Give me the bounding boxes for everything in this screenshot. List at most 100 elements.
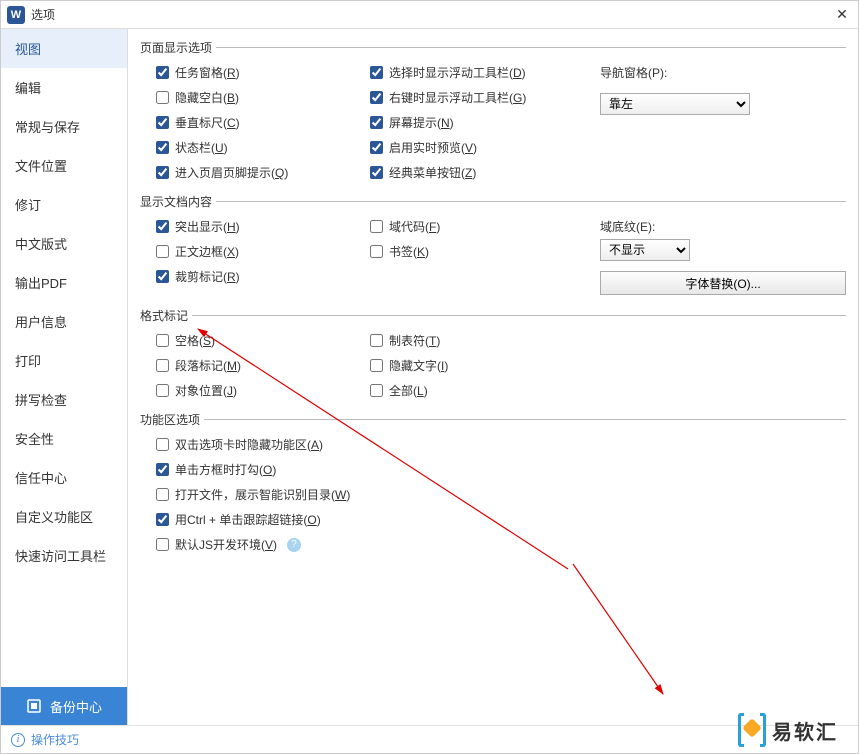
func-options-checkbox[interactable]: 打开文件，展示智能识别目录(W) xyxy=(156,486,846,503)
format-marks-checkbox-input[interactable] xyxy=(156,359,169,372)
doc-content-checkbox-label: 书签(K) xyxy=(389,243,429,260)
doc-content-checkbox[interactable]: 突出显示(H) xyxy=(156,218,370,235)
format-marks-checkbox[interactable]: 制表符(T) xyxy=(370,332,600,349)
backup-icon xyxy=(26,698,42,714)
page-display-checkbox-input[interactable] xyxy=(370,166,383,179)
page-display-checkbox-input[interactable] xyxy=(370,141,383,154)
func-options-checkbox[interactable]: 用Ctrl + 单击跟踪超链接(O) xyxy=(156,511,846,528)
func-options-checkbox-input[interactable] xyxy=(156,463,169,476)
func-options-checkbox-input[interactable] xyxy=(156,538,169,551)
doc-content-checkbox-input[interactable] xyxy=(156,245,169,258)
doc-content-checkbox[interactable]: 书签(K) xyxy=(370,243,600,260)
page-display-checkbox-label: 进入页眉页脚提示(Q) xyxy=(175,164,288,181)
func-options-checkbox-input[interactable] xyxy=(156,488,169,501)
page-display-checkbox-label: 状态栏(U) xyxy=(175,139,228,156)
field-shading-label: 域底纹(E): xyxy=(600,218,846,235)
app-icon: W xyxy=(7,6,25,24)
page-display-checkbox[interactable]: 右键时显示浮动工具栏(G) xyxy=(370,89,600,106)
dialog-title: 选项 xyxy=(31,6,832,23)
page-display-checkbox[interactable]: 进入页眉页脚提示(Q) xyxy=(156,164,370,181)
page-display-checkbox-input[interactable] xyxy=(370,116,383,129)
sidebar-item[interactable]: 视图 xyxy=(1,29,127,68)
page-display-checkbox[interactable]: 经典菜单按钮(Z) xyxy=(370,164,600,181)
close-icon[interactable]: ✕ xyxy=(832,5,852,25)
sidebar: 视图编辑常规与保存文件位置修订中文版式输出PDF用户信息打印拼写检查安全性信任中… xyxy=(1,29,128,725)
format-marks-checkbox[interactable]: 全部(L) xyxy=(370,382,600,399)
doc-content-checkbox-input[interactable] xyxy=(156,220,169,233)
sidebar-item[interactable]: 自定义功能区 xyxy=(1,497,127,536)
func-options-checkbox[interactable]: 双击选项卡时隐藏功能区(A) xyxy=(156,436,846,453)
page-display-checkbox-input[interactable] xyxy=(370,91,383,104)
doc-content-checkbox-label: 突出显示(H) xyxy=(175,218,240,235)
page-display-checkbox-input[interactable] xyxy=(370,66,383,79)
page-display-checkbox-input[interactable] xyxy=(156,116,169,129)
backup-center-button[interactable]: 备份中心 xyxy=(1,687,127,725)
format-marks-checkbox-label: 隐藏文字(I) xyxy=(389,357,448,374)
page-display-checkbox[interactable]: 屏幕提示(N) xyxy=(370,114,600,131)
func-options-checkbox-input[interactable] xyxy=(156,513,169,526)
doc-content-checkbox-label: 裁剪标记(R) xyxy=(175,268,240,285)
sidebar-item[interactable]: 用户信息 xyxy=(1,302,127,341)
page-display-checkbox-label: 垂直标尺(C) xyxy=(175,114,240,131)
page-display-checkbox[interactable]: 状态栏(U) xyxy=(156,139,370,156)
func-options-checkbox-label: 单击方框时打勾(O) xyxy=(175,461,276,478)
format-marks-checkbox-input[interactable] xyxy=(156,384,169,397)
page-display-checkbox[interactable]: 启用实时预览(V) xyxy=(370,139,600,156)
dialog-body: 视图编辑常规与保存文件位置修订中文版式输出PDF用户信息打印拼写检查安全性信任中… xyxy=(1,29,858,725)
func-options-checkbox-label: 默认JS开发环境(V) xyxy=(175,536,277,553)
format-marks-checkbox[interactable]: 对象位置(J) xyxy=(156,382,370,399)
format-marks-checkbox-input[interactable] xyxy=(156,334,169,347)
format-marks-checkbox-label: 制表符(T) xyxy=(389,332,440,349)
page-display-checkbox[interactable]: 任务窗格(R) xyxy=(156,64,370,81)
doc-content-checkbox-input[interactable] xyxy=(370,220,383,233)
func-options-checkbox[interactable]: 默认JS开发环境(V)? xyxy=(156,536,846,553)
page-display-checkbox[interactable]: 隐藏空白(B) xyxy=(156,89,370,106)
format-marks-checkbox-input[interactable] xyxy=(370,384,383,397)
sidebar-item[interactable]: 安全性 xyxy=(1,419,127,458)
group-doc-content-legend: 显示文档内容 xyxy=(140,193,216,210)
doc-content-checkbox[interactable]: 裁剪标记(R) xyxy=(156,268,370,285)
format-marks-checkbox[interactable]: 段落标记(M) xyxy=(156,357,370,374)
doc-content-checkbox-input[interactable] xyxy=(156,270,169,283)
sidebar-item[interactable]: 文件位置 xyxy=(1,146,127,185)
page-display-checkbox-input[interactable] xyxy=(156,91,169,104)
font-substitute-button[interactable]: 字体替换(O)... xyxy=(600,271,846,295)
sidebar-item[interactable]: 编辑 xyxy=(1,68,127,107)
sidebar-item[interactable]: 常规与保存 xyxy=(1,107,127,146)
info-icon xyxy=(11,733,25,747)
doc-content-checkbox[interactable]: 域代码(F) xyxy=(370,218,600,235)
doc-content-checkbox[interactable]: 正文边框(X) xyxy=(156,243,370,260)
page-display-checkbox-label: 启用实时预览(V) xyxy=(389,139,477,156)
doc-content-checkbox-input[interactable] xyxy=(370,245,383,258)
format-marks-checkbox-label: 段落标记(M) xyxy=(175,357,241,374)
page-display-checkbox[interactable]: 垂直标尺(C) xyxy=(156,114,370,131)
sidebar-item[interactable]: 拼写检查 xyxy=(1,380,127,419)
sidebar-item[interactable]: 快速访问工具栏 xyxy=(1,536,127,575)
page-display-checkbox-input[interactable] xyxy=(156,66,169,79)
format-marks-checkbox-label: 空格(S) xyxy=(175,332,215,349)
sidebar-item[interactable]: 修订 xyxy=(1,185,127,224)
func-options-checkbox-input[interactable] xyxy=(156,438,169,451)
format-marks-checkbox[interactable]: 空格(S) xyxy=(156,332,370,349)
format-marks-checkbox[interactable]: 隐藏文字(I) xyxy=(370,357,600,374)
sidebar-item[interactable]: 打印 xyxy=(1,341,127,380)
options-dialog: W 选项 ✕ 视图编辑常规与保存文件位置修订中文版式输出PDF用户信息打印拼写检… xyxy=(0,0,859,754)
group-func-options: 功能区选项 双击选项卡时隐藏功能区(A)单击方框时打勾(O)打开文件，展示智能识… xyxy=(140,411,846,559)
footer-tips-link[interactable]: 操作技巧 xyxy=(1,725,858,753)
sidebar-item[interactable]: 信任中心 xyxy=(1,458,127,497)
backup-center-label: 备份中心 xyxy=(50,697,102,716)
sidebar-item[interactable]: 中文版式 xyxy=(1,224,127,263)
page-display-checkbox[interactable]: 选择时显示浮动工具栏(D) xyxy=(370,64,600,81)
group-doc-content: 显示文档内容 突出显示(H) 正文边框(X) 裁剪标记(R) 域代码(F) 书签(K)… xyxy=(140,193,846,301)
func-options-checkbox[interactable]: 单击方框时打勾(O) xyxy=(156,461,846,478)
help-icon[interactable]: ? xyxy=(287,538,301,552)
field-shading-select[interactable]: 不显示 xyxy=(600,239,690,261)
page-display-checkbox-input[interactable] xyxy=(156,166,169,179)
format-marks-checkbox-input[interactable] xyxy=(370,359,383,372)
group-page-display: 页面显示选项 任务窗格(R)隐藏空白(B)垂直标尺(C)状态栏(U)进入页眉页脚… xyxy=(140,39,846,187)
nav-pane-select[interactable]: 靠左 xyxy=(600,93,750,115)
func-options-checkbox-label: 用Ctrl + 单击跟踪超链接(O) xyxy=(175,511,321,528)
sidebar-item[interactable]: 输出PDF xyxy=(1,263,127,302)
format-marks-checkbox-input[interactable] xyxy=(370,334,383,347)
page-display-checkbox-input[interactable] xyxy=(156,141,169,154)
